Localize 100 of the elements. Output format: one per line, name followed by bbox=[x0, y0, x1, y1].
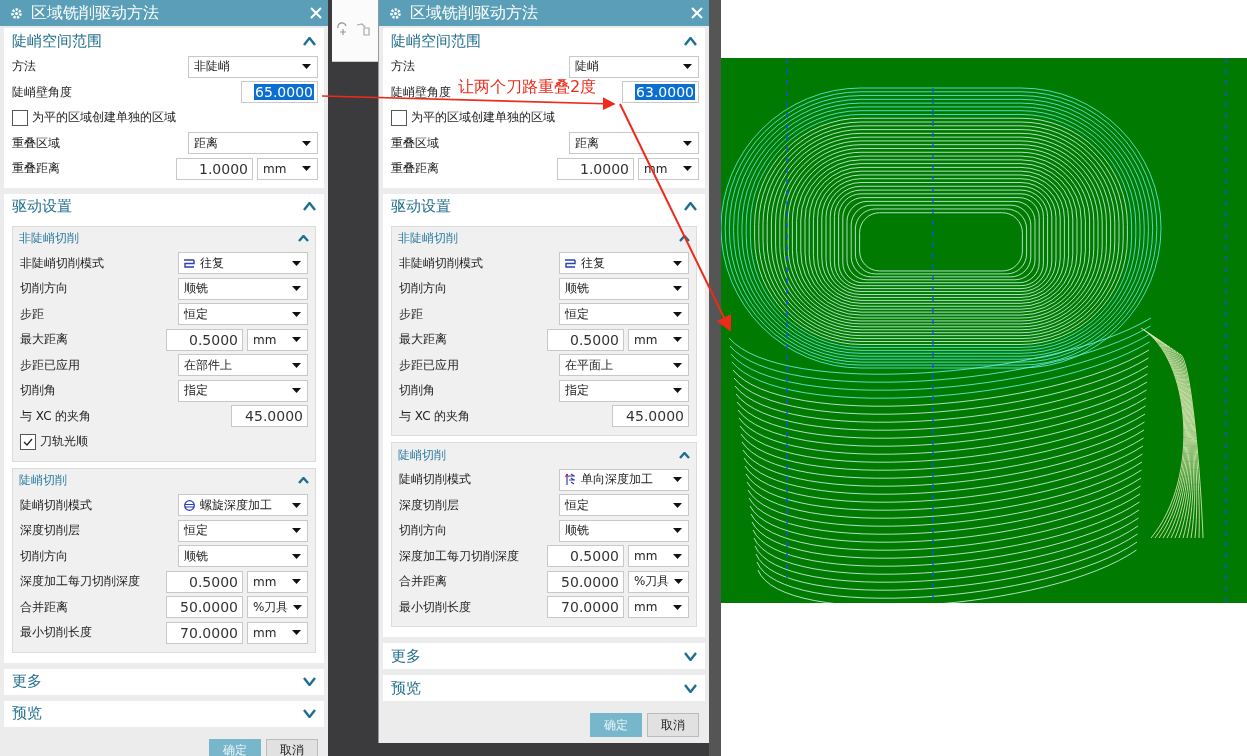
gear-icon bbox=[389, 6, 402, 20]
number-field[interactable]: 65.0000 bbox=[241, 81, 318, 104]
cancel-button[interactable]: 取消 bbox=[266, 738, 318, 756]
number-field[interactable]: 1.0000 bbox=[557, 157, 634, 180]
dropdown[interactable]: 距离 bbox=[188, 132, 318, 155]
caret-icon bbox=[673, 528, 682, 534]
number-field[interactable]: 70.0000 bbox=[166, 621, 243, 644]
dropdown[interactable]: 顺铣 bbox=[178, 277, 308, 300]
dropdown[interactable]: 单向深度加工 bbox=[559, 468, 689, 491]
caret-icon bbox=[302, 64, 311, 70]
section-title[interactable]: 驱动设置 bbox=[12, 197, 303, 216]
section-title[interactable]: 陡峭空间范围 bbox=[12, 31, 303, 51]
field-label: 切削角 bbox=[399, 382, 435, 400]
field-label: 深度切削层 bbox=[20, 522, 80, 540]
number-field[interactable]: 63.0000 bbox=[622, 81, 699, 104]
field-label: 切削方向 bbox=[399, 280, 447, 298]
dropdown[interactable]: 螺旋深度加工 bbox=[178, 494, 308, 517]
collapse-chevron-icon[interactable] bbox=[303, 202, 316, 211]
section-title[interactable]: 驱动设置 bbox=[391, 197, 684, 216]
section-title[interactable]: 陡峭空间范围 bbox=[391, 31, 684, 51]
expand-chevron-icon[interactable] bbox=[303, 709, 316, 718]
dropdown[interactable]: 指定 bbox=[559, 379, 689, 402]
field-label: 最大距离 bbox=[399, 331, 447, 349]
unit-dropdown[interactable]: %刀具 bbox=[628, 570, 689, 593]
expand-chevron-icon[interactable] bbox=[303, 677, 316, 686]
section-title[interactable]: 预览 bbox=[12, 704, 303, 723]
dropdown[interactable]: 往复 bbox=[178, 252, 308, 275]
group-title[interactable]: 非陡峭切削 bbox=[19, 230, 298, 247]
dropdown[interactable]: 恒定 bbox=[559, 303, 689, 326]
number-field[interactable]: 70.0000 bbox=[547, 596, 624, 619]
dialog-title: 区域铣削驱动方法 bbox=[31, 2, 160, 24]
unit-dropdown[interactable]: mm bbox=[247, 621, 308, 644]
section-title[interactable]: 更多 bbox=[391, 646, 684, 666]
group-title[interactable]: 陡峭切削 bbox=[19, 472, 298, 489]
field-label: 陡峭壁角度 bbox=[12, 83, 72, 101]
field-label: 重叠区域 bbox=[12, 134, 60, 152]
collapse-chevron-icon[interactable] bbox=[298, 235, 309, 242]
expand-chevron-icon[interactable] bbox=[684, 683, 697, 693]
caret-icon bbox=[292, 502, 301, 508]
collapse-chevron-icon[interactable] bbox=[679, 235, 690, 242]
collapse-chevron-icon[interactable] bbox=[679, 451, 690, 459]
close-icon[interactable] bbox=[691, 7, 703, 19]
field-label: 陡峭切削模式 bbox=[20, 496, 92, 514]
field-label: 步距已应用 bbox=[399, 356, 459, 374]
collapse-chevron-icon[interactable] bbox=[303, 36, 316, 46]
dropdown[interactable]: 恒定 bbox=[178, 519, 308, 542]
dropdown[interactable]: 距离 bbox=[569, 132, 699, 155]
field-label: 重叠区域 bbox=[391, 134, 439, 152]
field-label: 为平的区域创建单独的区域 bbox=[32, 109, 176, 127]
caret-icon bbox=[673, 286, 682, 292]
collapse-chevron-icon[interactable] bbox=[684, 36, 697, 46]
dropdown[interactable]: 顺铣 bbox=[559, 277, 689, 300]
dropdown[interactable]: 在平面上 bbox=[559, 354, 689, 377]
unit-dropdown[interactable]: mm bbox=[628, 596, 689, 619]
caret-icon bbox=[673, 604, 682, 610]
unit-dropdown[interactable]: mm bbox=[628, 545, 689, 568]
unit-dropdown[interactable]: mm bbox=[247, 328, 308, 351]
number-field[interactable]: 45.0000 bbox=[231, 405, 308, 428]
number-field[interactable]: 45.0000 bbox=[612, 405, 689, 428]
unit-dropdown[interactable]: mm bbox=[628, 328, 689, 351]
gear-icon bbox=[10, 6, 23, 20]
checkbox[interactable] bbox=[391, 109, 407, 126]
section-title[interactable]: 预览 bbox=[391, 678, 684, 698]
dropdown[interactable]: 陡峭 bbox=[569, 55, 699, 78]
dropdown[interactable]: 恒定 bbox=[559, 494, 689, 517]
dropdown[interactable]: 顺铣 bbox=[178, 545, 308, 568]
checkbox[interactable] bbox=[12, 109, 28, 126]
unit-dropdown[interactable]: %刀具 bbox=[247, 596, 308, 619]
field-label: 步距已应用 bbox=[20, 356, 80, 374]
group-title[interactable]: 陡峭切削 bbox=[398, 446, 679, 464]
number-field[interactable]: 0.5000 bbox=[547, 545, 624, 568]
dropdown[interactable]: 往复 bbox=[559, 252, 689, 275]
field-label: 深度切削层 bbox=[399, 496, 459, 514]
checkbox[interactable] bbox=[20, 433, 36, 450]
number-field[interactable]: 50.0000 bbox=[166, 596, 243, 619]
unit-dropdown[interactable]: mm bbox=[247, 570, 308, 593]
field-label: 切削方向 bbox=[399, 522, 447, 540]
caret-icon bbox=[292, 553, 301, 559]
number-field[interactable]: 50.0000 bbox=[547, 570, 624, 593]
number-field[interactable]: 0.5000 bbox=[166, 570, 243, 593]
dropdown[interactable]: 在部件上 bbox=[178, 354, 308, 377]
collapse-chevron-icon[interactable] bbox=[684, 202, 697, 211]
dropdown[interactable]: 指定 bbox=[178, 379, 308, 402]
section-title[interactable]: 更多 bbox=[12, 672, 303, 691]
field-label: 最小切削长度 bbox=[20, 624, 92, 642]
number-field[interactable]: 0.5000 bbox=[547, 328, 624, 351]
cancel-button[interactable]: 取消 bbox=[647, 713, 699, 737]
close-icon[interactable] bbox=[310, 7, 322, 19]
dialog-title: 区域铣削驱动方法 bbox=[410, 2, 539, 24]
number-field[interactable]: 0.5000 bbox=[166, 328, 243, 351]
number-field[interactable]: 1.0000 bbox=[176, 157, 253, 180]
collapse-chevron-icon[interactable] bbox=[298, 477, 309, 484]
field-label: 合并距离 bbox=[399, 573, 447, 591]
caret-icon bbox=[673, 362, 682, 368]
dropdown[interactable]: 恒定 bbox=[178, 303, 308, 326]
expand-chevron-icon[interactable] bbox=[684, 651, 697, 661]
group-title[interactable]: 非陡峭切削 bbox=[398, 230, 679, 247]
dropdown[interactable]: 非陡峭 bbox=[188, 55, 318, 78]
dropdown[interactable]: 顺铣 bbox=[559, 519, 689, 542]
unit-dropdown[interactable]: mm bbox=[257, 157, 318, 180]
